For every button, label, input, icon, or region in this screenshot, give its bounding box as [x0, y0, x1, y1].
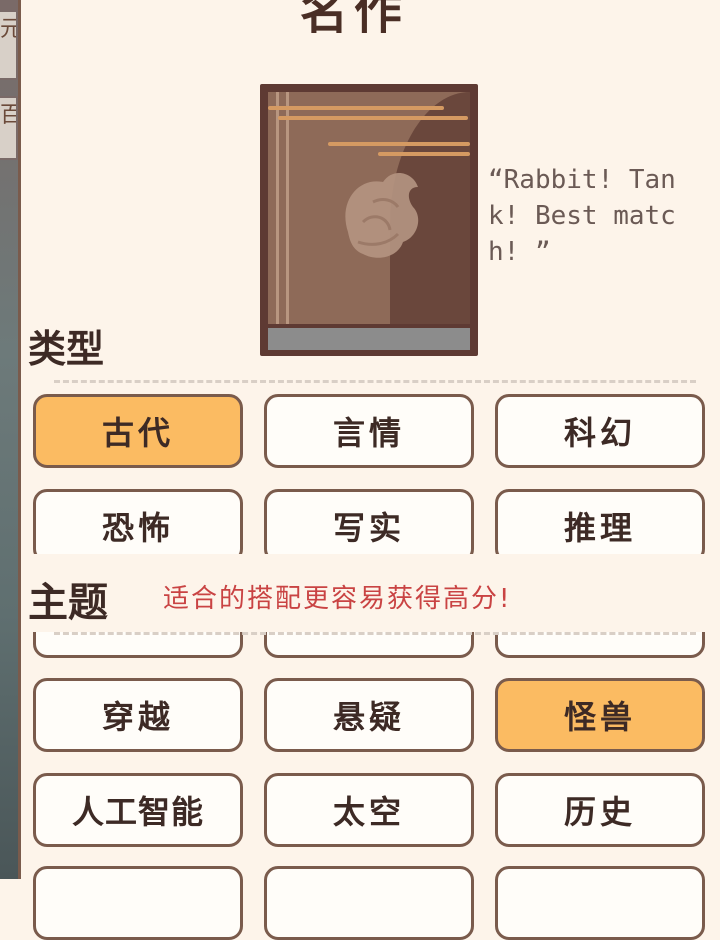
genre-chip-romance[interactable]: 言情 — [264, 394, 474, 468]
theme-chip-ai[interactable]: 人工智能 — [33, 773, 243, 847]
side-tab-1[interactable]: 元 — [0, 10, 18, 80]
theme-chip-space[interactable]: 太空 — [264, 773, 474, 847]
chip-label: 人工智能 — [71, 793, 204, 831]
book-ornament-line — [268, 106, 444, 110]
genre-chip-realism[interactable]: 写实 — [264, 489, 474, 563]
next-chip[interactable] — [495, 866, 705, 940]
chip-label: 太空 — [332, 793, 405, 831]
book-quote: “Rabbit! Tank! Best match! ” — [488, 165, 676, 267]
book-spine-line — [286, 92, 289, 324]
book-spine-line — [276, 92, 279, 324]
chip-label: 言情 — [332, 414, 405, 452]
book-cover-face — [268, 92, 470, 324]
dragon-emblem-icon — [345, 172, 419, 258]
theme-hint: 适合的搭配更容易获得高分! — [163, 584, 512, 614]
book-cover — [260, 84, 478, 356]
theme-chip-history[interactable]: 历史 — [495, 773, 705, 847]
side-tab-1-label: 元 — [0, 17, 16, 42]
genre-chip-ancient[interactable]: 古代 — [33, 394, 243, 468]
chip-label: 历史 — [563, 793, 636, 831]
divider — [54, 380, 696, 383]
chip-label: 恐怖 — [101, 509, 174, 547]
chip-label: 悬疑 — [332, 698, 405, 736]
theme-chip-time-travel[interactable]: 穿越 — [33, 678, 243, 752]
genre-section-label: 类型 — [28, 327, 105, 371]
next-chip[interactable] — [33, 866, 243, 940]
genre-chip-mystery[interactable]: 推理 — [495, 489, 705, 563]
side-tab-2[interactable]: 百 — [0, 96, 18, 160]
page-title: 名作 — [300, 0, 409, 40]
theme-chip-monster[interactable]: 怪兽 — [495, 678, 705, 752]
chip-label: 穿越 — [101, 698, 174, 736]
chip-label: 怪兽 — [563, 698, 636, 736]
genre-chip-horror[interactable]: 恐怖 — [33, 489, 243, 563]
theme-chip-suspense[interactable]: 悬疑 — [264, 678, 474, 752]
theme-section-label: 主题 — [28, 580, 108, 626]
book-pages — [268, 326, 470, 350]
book-ornament-line — [378, 152, 470, 156]
book-ornament-line — [328, 142, 470, 146]
chip-label: 写实 — [332, 509, 405, 547]
next-chip[interactable] — [264, 866, 474, 940]
genre-chip-scifi[interactable]: 科幻 — [495, 394, 705, 468]
book-ornament-line — [278, 116, 468, 120]
chip-label: 推理 — [563, 509, 636, 547]
chip-label: 科幻 — [563, 414, 636, 452]
side-tab-2-label: 百 — [0, 103, 16, 128]
chip-label: 古代 — [101, 414, 174, 452]
divider — [54, 632, 696, 635]
